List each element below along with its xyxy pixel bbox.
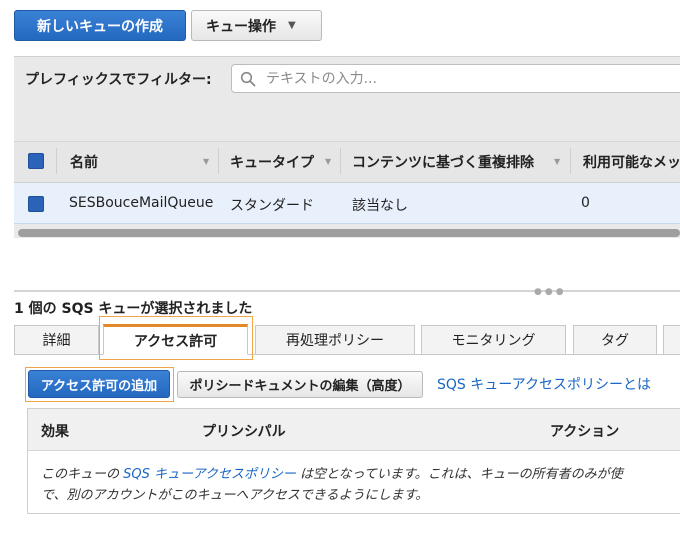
tab-redrive-policy[interactable]: 再処理ポリシー [255, 325, 415, 355]
empty-policy-message: このキューの SQS キューアクセスポリシー は空となっています。これは、キュー… [41, 464, 680, 506]
active-tab-highlight [99, 316, 253, 360]
column-header-available[interactable]: 利用可能なメッ [583, 152, 680, 172]
access-policy-inline-link[interactable]: SQS キューアクセスポリシー [123, 467, 296, 482]
select-all-checkbox[interactable] [28, 153, 44, 169]
column-header-dedup[interactable]: コンテンツに基づく重複排除 [352, 152, 534, 172]
selected-queue-count: 1 個の SQS キューが選択されました [14, 301, 253, 317]
add-permission-button[interactable]: アクセス許可の追加 [28, 370, 170, 398]
column-header-principal: プリンシパル [202, 424, 286, 440]
column-separator [56, 148, 57, 174]
tab-details[interactable]: 詳細 [14, 325, 99, 355]
column-separator [570, 148, 571, 174]
dedup-cell: 該当なし [352, 198, 408, 214]
sort-caret-icon[interactable]: ▼ [554, 157, 560, 166]
queue-name-cell: SESBouceMailQueue [69, 195, 214, 211]
search-icon [240, 71, 256, 87]
row-checkbox[interactable] [28, 196, 44, 212]
access-policy-help-link[interactable]: SQS キューアクセスポリシーとは [437, 374, 651, 394]
column-separator [218, 148, 219, 174]
message-mid: は空となっています。これは、キューの所有者のみが使 [295, 467, 623, 482]
tab-monitoring[interactable]: モニタリング [421, 325, 566, 355]
tab-tags[interactable]: タグ [573, 325, 657, 355]
resize-handle-icon[interactable]: ●●● [534, 287, 567, 297]
message-line-2: で、別のアカウントがこのキューへアクセスできるようにします。 [41, 488, 429, 503]
queue-type-cell: スタンダード [230, 198, 314, 214]
filter-search-field[interactable] [231, 64, 680, 93]
queue-actions-dropdown[interactable]: キュー操作 ▼ [191, 10, 322, 41]
tab-overflow[interactable] [663, 325, 680, 355]
queue-actions-label: キュー操作 [206, 18, 276, 35]
available-messages-cell: 0 [581, 195, 590, 211]
create-queue-button[interactable]: 新しいキューの作成 [14, 10, 186, 41]
message-prefix: このキューの [41, 467, 124, 482]
sort-caret-icon[interactable]: ▼ [203, 157, 209, 166]
column-header-type[interactable]: キュータイプ [230, 152, 314, 172]
filter-label: プレフィックスでフィルター: [25, 72, 212, 88]
edit-policy-button[interactable]: ポリシードキュメントの編集（高度） [177, 371, 423, 398]
column-header-name[interactable]: 名前 [70, 152, 98, 172]
column-header-effect: 効果 [41, 424, 69, 440]
queue-table-header [14, 141, 680, 183]
scrollbar-thumb[interactable] [18, 229, 680, 237]
filter-input[interactable] [264, 69, 648, 88]
column-separator [340, 148, 341, 174]
sort-caret-icon[interactable]: ▼ [325, 157, 331, 166]
column-header-action: アクション [550, 424, 620, 440]
chevron-down-icon: ▼ [288, 20, 296, 31]
pane-divider[interactable] [14, 290, 680, 292]
